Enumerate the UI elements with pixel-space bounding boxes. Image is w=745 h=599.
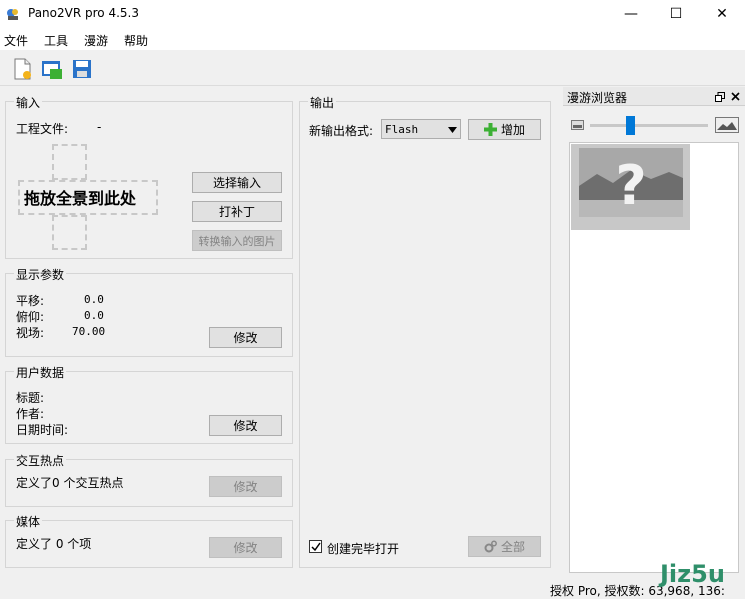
status-bar: 授权 Pro, 授权数: 63,968, 136: bbox=[0, 578, 745, 599]
project-file-value: - bbox=[97, 120, 102, 134]
hotspots-title: 交互热点 bbox=[14, 452, 67, 469]
save-project-icon[interactable] bbox=[70, 57, 94, 81]
user-modify-button[interactable]: 修改 bbox=[209, 415, 282, 436]
user-data-group: 用户数据 标题: 作者: 日期时间: 修改 bbox=[5, 364, 293, 444]
date-label: 日期时间: bbox=[16, 423, 69, 437]
media-group: 媒体 定义了 0 个项 修改 bbox=[5, 513, 293, 568]
cube-face-bottom bbox=[52, 215, 87, 250]
tour-node-thumbnail[interactable]: ? bbox=[571, 144, 690, 230]
user-data-title: 用户数据 bbox=[14, 364, 67, 381]
tour-browser-title: 漫游浏览器 bbox=[567, 91, 628, 105]
add-output-label: 增加 bbox=[500, 123, 525, 137]
maximize-button[interactable]: ☐ bbox=[653, 0, 699, 28]
hotspots-defined-text: 定义了0 个交互热点 bbox=[16, 476, 124, 490]
toolbar bbox=[0, 52, 745, 86]
tour-browser-header: 漫游浏览器 bbox=[563, 87, 745, 106]
output-format-select[interactable]: Flash bbox=[381, 119, 461, 139]
title-bar: Pano2VR pro 4.5.3 — ☐ ✕ bbox=[0, 0, 745, 28]
menu-bar: 文件 工具 漫游 帮助 bbox=[0, 28, 745, 50]
display-modify-button[interactable]: 修改 bbox=[209, 327, 282, 348]
tilt-value: 0.0 bbox=[84, 309, 104, 322]
media-title: 媒体 bbox=[14, 513, 43, 530]
output-format-label: 新输出格式: bbox=[309, 124, 374, 138]
build-all-label: 全部 bbox=[500, 540, 525, 554]
fov-value: 70.00 bbox=[72, 325, 106, 338]
display-params-title: 显示参数 bbox=[14, 266, 67, 283]
patch-button[interactable]: 打补丁 bbox=[192, 201, 282, 222]
display-params-group: 显示参数 平移: 0.0 俯仰: 0.0 视场: 70.00 修改 bbox=[5, 266, 293, 357]
cube-face-top bbox=[52, 144, 87, 180]
watermark-text: Jiz5u bbox=[660, 560, 725, 588]
hotspots-group: 交互热点 定义了0 个交互热点 修改 bbox=[5, 452, 293, 507]
output-title: 输出 bbox=[308, 94, 337, 111]
convert-input-button[interactable]: 转换输入的图片 bbox=[192, 230, 282, 251]
gears-icon bbox=[484, 540, 497, 553]
close-panel-icon[interactable] bbox=[731, 92, 740, 101]
pano2vr-app-icon bbox=[7, 9, 18, 20]
fov-label: 视场: bbox=[16, 326, 45, 340]
add-plus-icon bbox=[483, 123, 497, 136]
small-thumbnail-icon bbox=[571, 120, 584, 130]
open-project-icon[interactable] bbox=[40, 57, 64, 81]
chevron-down-icon bbox=[448, 127, 457, 133]
thumbnail-size-slider[interactable] bbox=[590, 116, 708, 135]
pan-label: 平移: bbox=[16, 294, 45, 308]
unknown-panorama-thumbnail-icon: ? bbox=[579, 148, 683, 217]
window-title: Pano2VR pro 4.5.3 bbox=[28, 6, 139, 20]
build-all-button[interactable]: 全部 bbox=[468, 536, 541, 557]
output-format-value: Flash bbox=[385, 122, 419, 136]
slider-thumb[interactable] bbox=[626, 116, 635, 135]
large-thumbnail-icon bbox=[715, 117, 739, 133]
select-input-button[interactable]: 选择输入 bbox=[192, 172, 282, 193]
media-modify-button[interactable]: 修改 bbox=[209, 537, 282, 558]
menu-tour[interactable]: 漫游 bbox=[84, 32, 108, 49]
add-output-button[interactable]: 增加 bbox=[468, 119, 541, 140]
minimize-button[interactable]: — bbox=[608, 0, 654, 28]
output-group: 输出 新输出格式: Flash 增加 创建完毕打开 全部 bbox=[299, 94, 551, 568]
title-label: 标题: bbox=[16, 391, 45, 405]
author-label: 作者: bbox=[16, 407, 45, 421]
pan-value: 0.0 bbox=[84, 293, 104, 306]
tour-browser-panel: 漫游浏览器 ? bbox=[563, 87, 745, 577]
drop-panorama-text: 拖放全景到此处 bbox=[24, 189, 137, 208]
menu-tools[interactable]: 工具 bbox=[44, 32, 68, 49]
panorama-drop-zone[interactable]: 拖放全景到此处 bbox=[18, 144, 158, 250]
checkmark-icon bbox=[311, 542, 321, 552]
float-panel-icon[interactable] bbox=[715, 92, 725, 102]
open-after-label: 创建完毕打开 bbox=[327, 542, 400, 556]
project-file-label: 工程文件: bbox=[16, 122, 69, 136]
media-defined-text: 定义了 0 个项 bbox=[16, 537, 92, 551]
input-group: 输入 工程文件: - 拖放全景到此处 选择输入 打补丁 转换输入的图片 bbox=[5, 94, 293, 259]
menu-file[interactable]: 文件 bbox=[4, 32, 28, 49]
svg-text:?: ? bbox=[615, 154, 646, 217]
close-button[interactable]: ✕ bbox=[699, 0, 745, 28]
tour-thumbnail-list: ? bbox=[569, 142, 739, 573]
new-project-icon[interactable] bbox=[10, 57, 34, 81]
hotspots-modify-button[interactable]: 修改 bbox=[209, 476, 282, 497]
tilt-label: 俯仰: bbox=[16, 310, 45, 324]
open-after-checkbox[interactable] bbox=[309, 540, 322, 553]
input-group-title: 输入 bbox=[14, 94, 43, 111]
menu-help[interactable]: 帮助 bbox=[124, 32, 148, 49]
